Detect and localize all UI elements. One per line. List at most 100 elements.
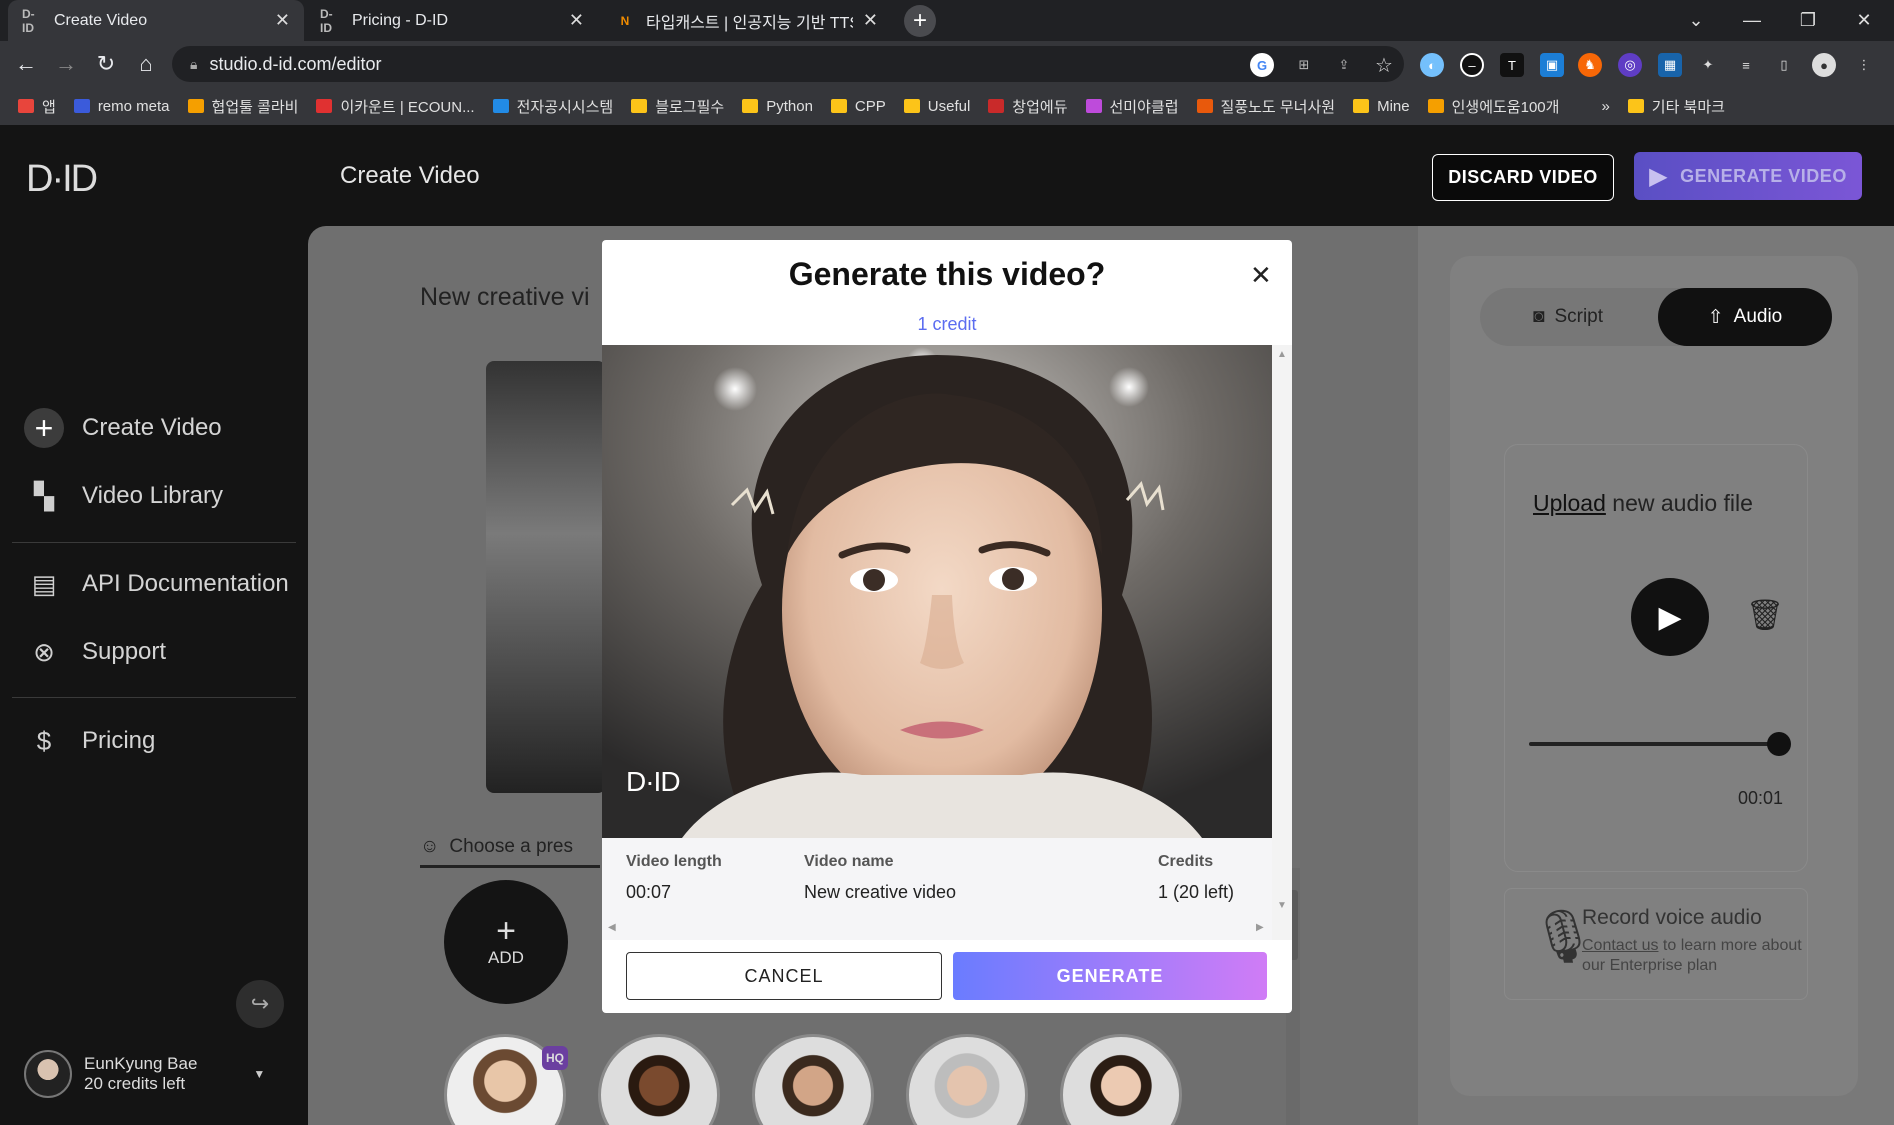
browser-tab-create-video[interactable]: D-ID Create Video ✕	[8, 0, 304, 41]
bookmark-icon	[830, 99, 847, 113]
did-favicon-icon: D-ID	[22, 6, 35, 35]
close-tab-icon[interactable]: ✕	[569, 10, 584, 31]
generate-video-button[interactable]: ▶︎ GENERATE VIDEO	[1634, 152, 1862, 200]
kebab-menu-icon[interactable]: ⋮	[1852, 53, 1876, 77]
star-bookmark-icon[interactable]: ☆	[1372, 53, 1396, 77]
puzzle-icon[interactable]: ✦	[1696, 53, 1720, 77]
lock-icon: 🔒︎	[190, 55, 198, 72]
browser-tab-pricing[interactable]: D-ID Pricing - D-ID ✕	[306, 0, 598, 41]
tab-search-chevron-icon[interactable]: ⌄	[1682, 6, 1710, 34]
bookmark-item[interactable]: 인생에도움100개	[1427, 96, 1560, 117]
bookmark-label: 기타 북마크	[1651, 98, 1725, 116]
browser-tab-typecast[interactable]: N 타입캐스트 | 인공지능 기반 TTS ✕	[600, 0, 892, 41]
bookmark-label: remo meta	[97, 97, 170, 115]
upload-audio-link[interactable]: Upload	[1533, 490, 1606, 516]
address-bar[interactable]: 🔒︎ studio.d-id.com/editor	[172, 46, 1404, 82]
extension-icon[interactable]: ▦	[1658, 53, 1682, 77]
video-title-field[interactable]: New creative vi	[420, 283, 590, 312]
google-icon[interactable]: G	[1250, 53, 1274, 77]
close-window-icon[interactable]: ✕	[1850, 6, 1878, 34]
profile-avatar-icon[interactable]: ●	[1812, 53, 1836, 77]
generate-button[interactable]: GENERATE	[953, 952, 1267, 1000]
minimize-icon[interactable]: —	[1738, 6, 1766, 34]
bookmark-icon	[18, 99, 34, 113]
choose-presenter-tab[interactable]: ☺︎ Choose a pres	[420, 828, 600, 868]
forward-arrow-icon[interactable]: →	[50, 48, 82, 80]
video-name-label: Video name	[804, 853, 894, 870]
bookmark-item[interactable]: 기타 북마크	[1627, 96, 1725, 117]
add-presenter-button[interactable]: + ADD	[444, 880, 568, 1004]
sidebar-item-video-library[interactable]: ▚ Video Library	[24, 476, 223, 516]
extension-icon[interactable]: ◐	[1420, 53, 1444, 77]
bookmark-item[interactable]: 창업에듀	[988, 96, 1068, 117]
discard-video-button[interactable]: DISCARD VIDEO	[1432, 154, 1614, 201]
chat-bubble-icon: ◙	[1532, 306, 1545, 327]
bookmark-item[interactable]: 전자공시시스템	[492, 96, 613, 117]
dialog-horizontal-scrollbar[interactable]: ◀ ▶	[602, 918, 1272, 940]
video-camera-icon: ▶︎	[1649, 162, 1669, 190]
extension-icon[interactable]: –	[1460, 53, 1484, 77]
bookmark-item[interactable]: 협업툴 콜라비	[187, 96, 298, 117]
user-menu[interactable]: EunKyung Bae 20 credits left ▼	[24, 1050, 265, 1098]
reading-list-icon[interactable]: ≡	[1734, 53, 1758, 77]
bookmark-item[interactable]: Python	[742, 98, 813, 115]
bookmark-item[interactable]: 블로그필수	[631, 96, 724, 117]
close-tab-icon[interactable]: ✕	[275, 10, 290, 31]
bookmark-item[interactable]: CPP	[830, 98, 886, 115]
translate-icon[interactable]: ⊞	[1292, 53, 1316, 77]
scroll-right-arrow-icon[interactable]: ▶	[1256, 922, 1264, 933]
scroll-down-arrow-icon[interactable]: ▼	[1277, 900, 1287, 911]
sidebar-item-pricing[interactable]: $ Pricing	[24, 721, 156, 761]
dialog-vertical-scrollbar[interactable]: ▲ ▼	[1272, 345, 1292, 940]
extension-icon[interactable]: ◎	[1618, 53, 1642, 77]
scroll-up-arrow-icon[interactable]: ▲	[1277, 349, 1287, 360]
sidebar-item-label: API Documentation	[82, 570, 289, 597]
credits-value: 1 (20 left)	[1158, 882, 1235, 902]
extension-icon[interactable]: T	[1500, 53, 1524, 77]
scroll-left-arrow-icon[interactable]: ◀	[608, 922, 616, 933]
reload-icon[interactable]: ↻	[90, 48, 122, 80]
bookmark-item[interactable]: »	[1577, 98, 1609, 115]
tab-script-label: Script	[1554, 306, 1604, 327]
audio-progress-knob[interactable]	[1767, 732, 1791, 756]
lifebuoy-icon: ⊗	[33, 636, 55, 667]
tab-audio[interactable]: ⇧ Audio	[1658, 288, 1832, 346]
play-button[interactable]: ▶	[1631, 578, 1709, 656]
collapse-sidebar-arrow-icon[interactable]: ↪	[236, 980, 284, 1028]
bookmark-item[interactable]: 이카운트 | ECOUN...	[316, 96, 475, 117]
user-credits: 20 credits left	[84, 1074, 186, 1093]
bookmark-item[interactable]: Mine	[1353, 98, 1410, 115]
close-tab-icon[interactable]: ✕	[863, 10, 878, 31]
user-name: EunKyung Bae	[84, 1054, 198, 1073]
tab-script[interactable]: ◙ Script	[1480, 288, 1656, 346]
extension-icon[interactable]: ▣	[1540, 53, 1564, 77]
share-icon[interactable]: ⇪	[1332, 53, 1356, 77]
dollar-icon: $	[36, 725, 52, 756]
bookmark-item[interactable]: Useful	[903, 98, 970, 115]
bookmark-item[interactable]: 선미야클럽	[1085, 96, 1179, 117]
play-icon: ▶	[1658, 600, 1682, 634]
side-panel-icon[interactable]: ▯	[1772, 53, 1796, 77]
bookmark-icon	[631, 99, 648, 113]
did-logo[interactable]: D·ID	[26, 158, 98, 201]
contact-us-link[interactable]: Contact us	[1582, 937, 1658, 954]
metamask-icon[interactable]: ♞	[1578, 53, 1602, 77]
tab-title: Create Video	[54, 11, 148, 29]
record-voice-title: Record voice audio	[1582, 906, 1762, 929]
cancel-button[interactable]: CANCEL	[626, 952, 942, 1000]
audio-progress-track[interactable]	[1529, 742, 1779, 746]
bookmark-label: 블로그필수	[655, 98, 725, 116]
bookmark-item[interactable]: remo meta	[73, 97, 170, 115]
back-arrow-icon[interactable]: ←	[10, 48, 42, 80]
new-tab-plus-icon[interactable]: +	[904, 5, 936, 37]
home-icon[interactable]: ⌂	[130, 48, 162, 80]
sidebar-item-api-documentation[interactable]: ▤ API Documentation	[24, 564, 289, 604]
restore-icon[interactable]: ❐	[1794, 6, 1822, 34]
bookmark-item[interactable]: 앱	[18, 96, 56, 117]
bookmark-item[interactable]: 질풍노도 무너사원	[1196, 96, 1335, 117]
sidebar-item-support[interactable]: ⊗ Support	[24, 632, 166, 672]
close-icon[interactable]: ✕	[1250, 260, 1272, 291]
sidebar-item-create-video[interactable]: + Create Video	[24, 408, 222, 448]
bookmark-label: 인생에도움100개	[1451, 98, 1560, 116]
trash-icon[interactable]: 🗑︎	[1746, 598, 1784, 633]
